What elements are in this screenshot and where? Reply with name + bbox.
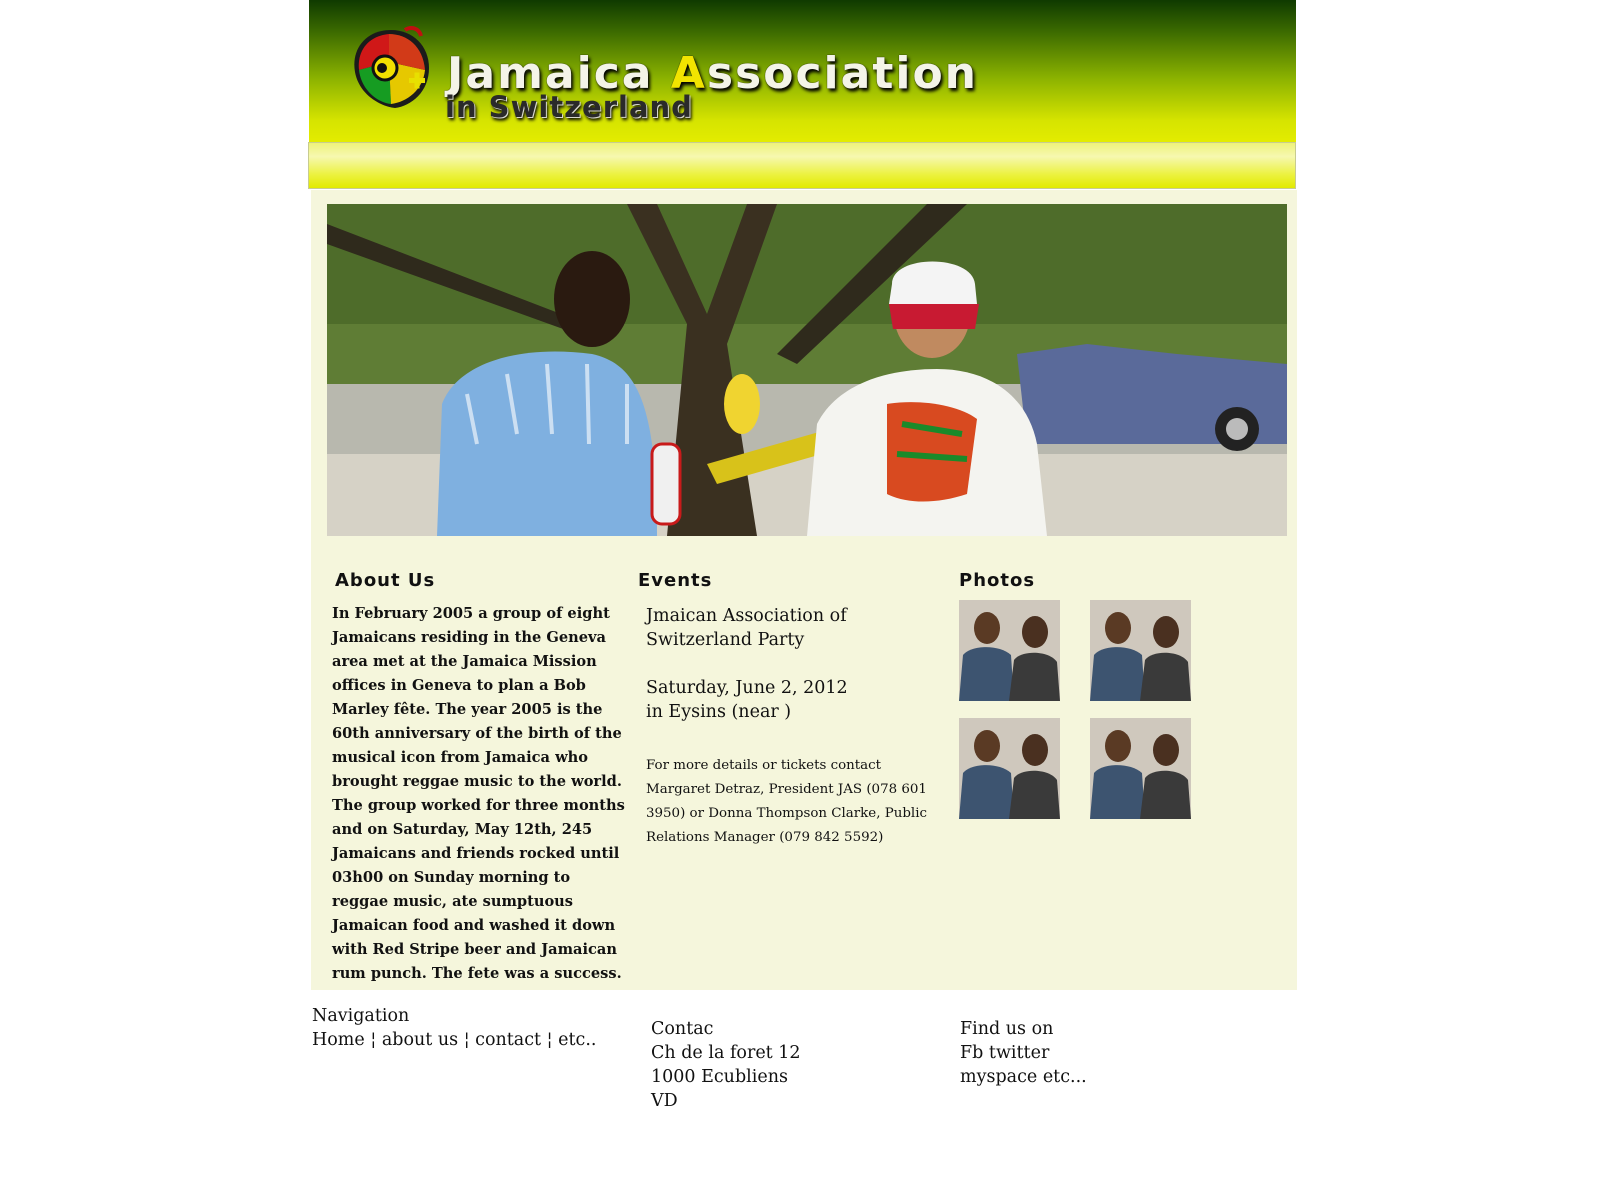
footer-nav-links: Home ¦ about us ¦ contact ¦ etc.. bbox=[312, 1028, 596, 1052]
footer-link-contact[interactable]: contact bbox=[475, 1030, 541, 1050]
footer-link-separator: ¦ bbox=[463, 1030, 470, 1050]
footer-link-separator: ¦ bbox=[370, 1030, 377, 1050]
footer-link-etc[interactable]: etc.. bbox=[558, 1030, 596, 1050]
footer-social-line: myspace etc... bbox=[960, 1067, 1087, 1087]
footer-contact-line: 1000 Ecubliens bbox=[651, 1067, 788, 1087]
photo-thumbnail[interactable] bbox=[959, 600, 1060, 701]
footer-contact-line: Ch de la foret 12 bbox=[651, 1043, 801, 1063]
footer-link-home[interactable]: Home bbox=[312, 1030, 365, 1050]
hero-photo bbox=[327, 204, 1287, 536]
footer-contact-block: Contac Ch de la foret 12 1000 Ecubliens … bbox=[651, 1017, 801, 1113]
jamaica-map-pin-logo-icon bbox=[354, 26, 429, 108]
about-us-heading: About Us bbox=[335, 570, 436, 591]
footer-social-block: Find us on Fb twitter myspace etc... bbox=[960, 1017, 1087, 1089]
event-name: Jmaican Association of Switzerland Party bbox=[646, 606, 847, 650]
event-date: Saturday, June 2, 2012 in Eysins (near ) bbox=[646, 676, 936, 724]
site-subtitle: in Switzerland bbox=[445, 90, 693, 124]
footer-navigation: Navigation Home ¦ about us ¦ contact ¦ e… bbox=[312, 1004, 596, 1052]
footer-link-separator: ¦ bbox=[546, 1030, 553, 1050]
photo-thumbnail[interactable] bbox=[959, 718, 1060, 819]
logo-title-word: ssociation bbox=[706, 48, 978, 99]
footer-social-line: Fb twitter bbox=[960, 1043, 1050, 1063]
event-contact-info: For more details or tickets contact Marg… bbox=[646, 758, 928, 845]
footer-contact-line: Contac bbox=[651, 1019, 714, 1039]
nav-bar bbox=[308, 142, 1296, 189]
footer-navigation-title: Navigation bbox=[312, 1006, 410, 1026]
hero-photo-illustration bbox=[327, 204, 1287, 536]
photo-thumbnail[interactable] bbox=[1090, 718, 1191, 819]
photos-heading: Photos bbox=[959, 570, 1036, 591]
site-header: Jamaica Association in Switzerland bbox=[309, 0, 1296, 142]
events-heading: Events bbox=[638, 570, 713, 591]
event-location-line: in Eysins (near ) bbox=[646, 702, 792, 722]
footer-link-about-us[interactable]: about us bbox=[382, 1030, 458, 1050]
footer-social-line: Find us on bbox=[960, 1019, 1054, 1039]
event-date-line: Saturday, June 2, 2012 bbox=[646, 678, 848, 698]
footer-contact-line: VD bbox=[651, 1091, 678, 1111]
photo-thumbnail[interactable] bbox=[1090, 600, 1191, 701]
content-panel: About Us In February 2005 a group of eig… bbox=[311, 190, 1297, 990]
about-us-text: In February 2005 a group of eight Jamaic… bbox=[332, 605, 625, 982]
